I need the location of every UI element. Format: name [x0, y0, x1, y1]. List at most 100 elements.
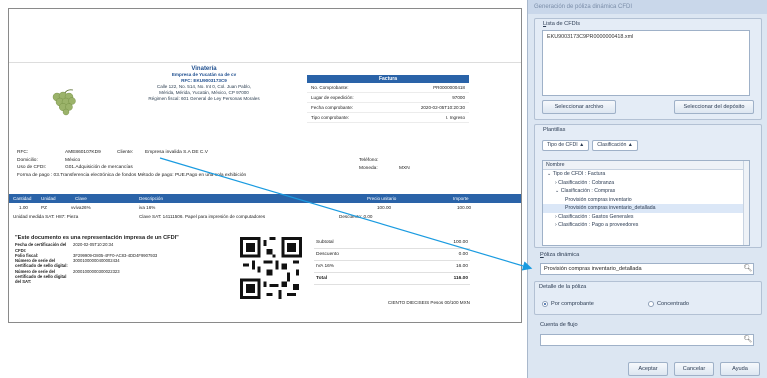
- cell-precio: 100.00: [377, 205, 392, 210]
- col-cantidad: Cantidad: [13, 196, 32, 201]
- tree-node-cobranza[interactable]: › Clasificación : Cobranza: [543, 179, 749, 188]
- factura-row: Fecha comprobante: 2020-02-05T10:20:30: [307, 103, 469, 113]
- qr-code: [240, 237, 302, 299]
- sat-row: Número de serie del certificado de sello…: [15, 269, 225, 285]
- grouping-tabs: Tipo de CFDI ▲ Clasificación ▲: [542, 140, 638, 151]
- descuento-value: 0.00: [458, 252, 468, 257]
- domicilio-value: México: [65, 157, 81, 163]
- domicilio-label: Domicilio:: [17, 157, 38, 163]
- factura-row: No. Comprobante: PR0000000418: [307, 83, 469, 93]
- totals-row: Total 116.00: [314, 273, 470, 285]
- plantillas-label: Plantillas: [543, 127, 566, 133]
- tree-leaf-provision-detallada[interactable]: Provisión compras inventario_detallada: [543, 204, 749, 213]
- accept-label: Aceptar: [638, 366, 658, 372]
- cancel-button[interactable]: Cancelar: [674, 362, 714, 376]
- cfdi-list[interactable]: EKU9003173C9PR0000000418.xml: [542, 30, 750, 96]
- invoice-top-band: [9, 9, 521, 63]
- tab-tipo-cfdi[interactable]: Tipo de CFDI ▲: [542, 140, 590, 151]
- cell-importe: 100.00: [457, 205, 472, 210]
- factura-label: Fecha comprobante:: [311, 105, 354, 110]
- col-unidad: Unidad: [41, 196, 56, 201]
- tree-scrollbar[interactable]: [743, 161, 749, 245]
- factura-value: I. Ingreso: [445, 115, 465, 120]
- client-label: Cliente:: [117, 150, 134, 155]
- poliza-dinamica-dialog: Generación de póliza dinámica CFDI Lista…: [527, 0, 767, 378]
- sat-value: 20001000000300022323: [73, 268, 120, 274]
- poliza-dinamica-label: Póliza dinámica: [540, 252, 580, 258]
- company-regime: Régimen fiscal: 601 General de Ley Perso…: [148, 96, 260, 101]
- factura-box: Factura No. Comprobante: PR0000000418 Lug…: [307, 75, 469, 123]
- sat-key: Número de serie del certificado de sello…: [15, 258, 68, 269]
- cell-cantidad: 1.00: [19, 205, 28, 210]
- forma-pago: Forma de pago : 03.Transferencia electró…: [17, 172, 247, 178]
- tree-node-pago-proveedores[interactable]: › Clasificación : Pago a proveedores: [543, 221, 749, 230]
- iva-label: IVA 16%: [316, 264, 335, 269]
- factura-row: Tipo comprobante: I. Ingreso: [307, 113, 469, 123]
- factura-title: Factura: [307, 75, 469, 83]
- select-file-label: Seleccionar archivo: [554, 104, 604, 110]
- col-precio-unitario: Precio unitario: [367, 196, 397, 201]
- factura-label: No. Comprobante:: [311, 85, 349, 90]
- tree-header-nombre[interactable]: Nombre: [543, 161, 749, 170]
- list-item[interactable]: EKU9003173C9PR0000000418.xml: [547, 34, 745, 40]
- lista-cfdis-label: Lista de CFDIs: [543, 21, 581, 27]
- client-domicilio-row: Domicilio: México: [17, 157, 497, 165]
- client-rfc-row: RFC: AME860107KD9 Cliente: Empresa inval…: [17, 149, 497, 157]
- totals-row: IVA 16% 16.00: [314, 261, 470, 273]
- sat-row: Número de serie del certificado de sello…: [15, 258, 225, 269]
- factura-value: 97000: [452, 95, 465, 100]
- select-file-button[interactable]: Seleccionar archivo: [542, 100, 616, 114]
- col-clave: Clave: [75, 196, 87, 201]
- totals-block: Subtotal 100.00 Descuento 0.00 IVA 16% 16.0…: [314, 237, 470, 285]
- cell-unidad-sat: Unidad medida SAT: H87: Pieza: [13, 214, 79, 219]
- cancel-label: Cancelar: [682, 366, 706, 372]
- cell-descuento: Descuento: 0.00: [339, 214, 373, 219]
- invoice-document: Vinatería Empresa de Yucatán sa de cv RF…: [8, 8, 522, 323]
- uso-cfdi-value: G01.Adquisición de mercancías: [65, 165, 133, 170]
- dialog-title: Generación de póliza dinámica CFDI: [528, 0, 767, 14]
- col-descripcion: Descripción: [139, 196, 163, 201]
- cuenta-flujo-label: Cuenta de flujo: [540, 322, 578, 328]
- cuenta-flujo-field[interactable]: [540, 334, 754, 346]
- plantillas-tree[interactable]: Nombre ⌄ Tipo de CFDI : Factura › Clasif…: [542, 160, 750, 246]
- detalle-poliza-group: Detalle de la póliza: [534, 281, 762, 315]
- client-right-block: Teléfono: Moneda: MXN: [359, 157, 410, 173]
- factura-row: Lugar de expedición: 97000: [307, 93, 469, 103]
- accept-button[interactable]: Aceptar: [628, 362, 668, 376]
- radio-por-comprobante[interactable]: Por comprobante: [542, 301, 594, 307]
- help-label: Ayuda: [732, 366, 748, 372]
- sat-key: Número de serie del certificado de sello…: [15, 268, 67, 285]
- sat-value: 2020-02-05T10:20:34: [73, 242, 114, 248]
- items-table-header: Cantidad Unidad Clave Descripción Precio…: [9, 194, 521, 203]
- col-importe: Importe: [453, 196, 469, 201]
- cell-clave-sat: Clave SAT: 14111506. Papel para impresió…: [139, 214, 266, 219]
- moneda-label: Moneda:: [359, 166, 378, 171]
- radio-concentrado[interactable]: Concentrado: [648, 301, 689, 307]
- total-label: Total: [316, 276, 328, 281]
- select-from-depository-button[interactable]: Seleccionar del depósito: [674, 100, 754, 114]
- telefono-label: Teléfono:: [359, 158, 379, 163]
- poliza-dinamica-field[interactable]: Provisión compras inventario_detallada: [540, 263, 754, 275]
- sat-row: Fecha de certificación del CFDI: 2020-02-…: [15, 242, 225, 253]
- subtotal-value: 100.00: [453, 240, 468, 245]
- descuento-label: Descuento: [316, 252, 339, 257]
- rfc-label: RFC:: [17, 150, 29, 155]
- tree-node-factura[interactable]: ⌄ Tipo de CFDI : Factura: [543, 170, 749, 179]
- tree-leaf-provision-inventario[interactable]: Provisión compras inventario: [543, 196, 749, 205]
- search-icon[interactable]: 🔍︎: [742, 334, 754, 346]
- tab-clasificacion[interactable]: Clasificación ▲: [592, 140, 638, 151]
- moneda-value: MXN: [399, 166, 410, 171]
- sat-key: Fecha de certificación del CFDI:: [15, 242, 67, 253]
- factura-value: 2020-02-05T10:20:30: [420, 105, 465, 110]
- cell-descripcion: iva 16%: [139, 205, 156, 210]
- help-button[interactable]: Ayuda: [720, 362, 760, 376]
- rfc-value: AME860107KD9: [65, 150, 101, 155]
- client-block: RFC: AME860107KD9 Cliente: Empresa inval…: [17, 149, 497, 179]
- tree-node-compras[interactable]: ⌄ Clasificación : Compras: [543, 187, 749, 196]
- select-depository-label: Seleccionar del depósito: [683, 104, 745, 110]
- subtotal-label: Subtotal: [316, 240, 334, 245]
- search-icon[interactable]: 🔍︎: [742, 263, 754, 275]
- radio-checked-icon: [542, 301, 548, 307]
- tree-node-gastos-generales[interactable]: › Clasificación : Gastos Generales: [543, 213, 749, 222]
- radio-concentrado-label: Concentrado: [657, 301, 690, 307]
